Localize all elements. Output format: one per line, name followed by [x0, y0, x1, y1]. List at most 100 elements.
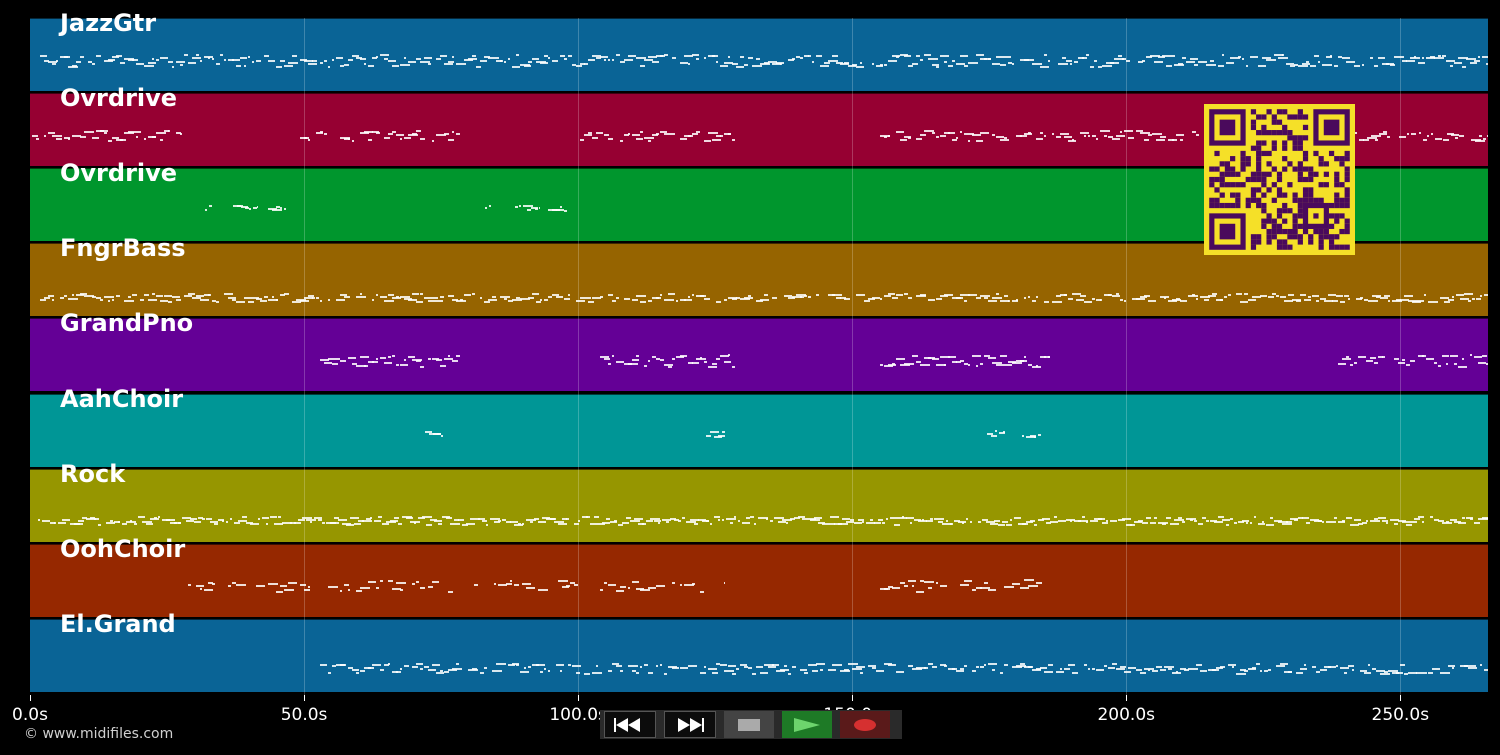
note-event — [936, 298, 942, 300]
note-event — [1200, 670, 1207, 672]
note-event — [1168, 668, 1172, 670]
play-button[interactable] — [782, 711, 832, 738]
note-event — [1286, 63, 1294, 65]
record-button[interactable] — [840, 711, 890, 738]
note-event — [412, 583, 415, 585]
note-event — [376, 132, 380, 134]
note-event — [1070, 520, 1072, 522]
note-event — [38, 519, 40, 521]
note-event — [1020, 587, 1029, 589]
note-event — [1435, 138, 1442, 140]
note-event — [1108, 667, 1115, 669]
note-event — [564, 298, 570, 300]
note-event — [488, 299, 497, 301]
note-event — [910, 522, 912, 524]
note-event — [1176, 671, 1178, 673]
note-event — [460, 299, 463, 301]
note-event — [1375, 139, 1378, 141]
note-event — [356, 672, 359, 674]
note-event — [588, 59, 595, 61]
note-event — [682, 517, 685, 519]
note-event — [812, 61, 814, 63]
note-event — [448, 139, 454, 141]
note-event — [1236, 293, 1242, 295]
note-event — [668, 366, 672, 368]
note-event — [972, 355, 981, 357]
note-event — [228, 297, 236, 299]
note-event — [1186, 61, 1195, 63]
note-event — [526, 587, 535, 589]
note-event — [896, 131, 904, 133]
note-event — [328, 299, 330, 301]
note-event — [1044, 135, 1046, 137]
note-event — [1124, 671, 1131, 673]
note-event — [920, 134, 926, 136]
note-event — [1218, 65, 1224, 67]
note-event — [36, 138, 39, 140]
note-event — [484, 667, 487, 669]
note-event — [492, 296, 496, 298]
note-event — [1036, 296, 1038, 298]
note-event — [1124, 300, 1126, 302]
note-event — [586, 516, 590, 518]
note-event — [894, 524, 900, 526]
note-event — [708, 668, 717, 670]
note-event — [592, 55, 601, 57]
note-event — [1008, 300, 1010, 302]
note-event — [640, 65, 645, 67]
note-event — [523, 205, 533, 207]
note-event — [1363, 139, 1369, 141]
note-event — [302, 517, 312, 519]
note-event — [828, 669, 836, 671]
note-event — [872, 297, 880, 299]
fast-forward-button[interactable] — [664, 711, 716, 738]
note-event — [686, 521, 696, 523]
rewind-button[interactable] — [604, 711, 656, 738]
note-event — [214, 523, 218, 525]
note-event — [572, 665, 581, 667]
note-event — [456, 355, 460, 357]
note-event — [1074, 61, 1078, 63]
note-event — [534, 518, 539, 520]
note-event — [996, 364, 1004, 366]
note-event — [872, 667, 876, 669]
note-event — [1475, 140, 1485, 142]
note-event — [636, 138, 643, 140]
note-event — [916, 591, 924, 593]
note-event — [1022, 523, 1028, 525]
note-event — [516, 297, 520, 299]
note-event — [560, 670, 562, 672]
stop-button[interactable] — [724, 711, 774, 738]
note-event — [1064, 668, 1070, 670]
note-event — [148, 62, 156, 64]
note-event — [228, 585, 231, 587]
note-event — [1048, 664, 1053, 666]
note-event — [1188, 668, 1192, 670]
note-event — [1166, 65, 1172, 67]
note-event — [482, 520, 487, 522]
note-event — [800, 296, 804, 298]
note-event — [72, 135, 81, 137]
note-event — [604, 134, 609, 136]
note-event — [1120, 131, 1122, 133]
note-event — [1108, 136, 1113, 138]
note-event — [144, 65, 154, 67]
note-event — [912, 355, 918, 357]
note-event — [376, 56, 378, 58]
note-event — [437, 433, 441, 435]
note-event — [924, 581, 934, 583]
note-event — [988, 357, 996, 359]
note-event — [684, 299, 692, 301]
note-event — [912, 585, 914, 587]
note-event — [1336, 665, 1338, 667]
note-event — [732, 63, 738, 65]
note-event — [190, 518, 197, 520]
note-event — [1414, 56, 1416, 58]
note-event — [968, 294, 977, 296]
note-event — [1342, 57, 1350, 59]
note-event — [660, 359, 664, 361]
note-event — [632, 359, 639, 361]
note-event — [1350, 524, 1359, 526]
note-event — [1482, 517, 1488, 519]
note-event — [554, 521, 564, 523]
